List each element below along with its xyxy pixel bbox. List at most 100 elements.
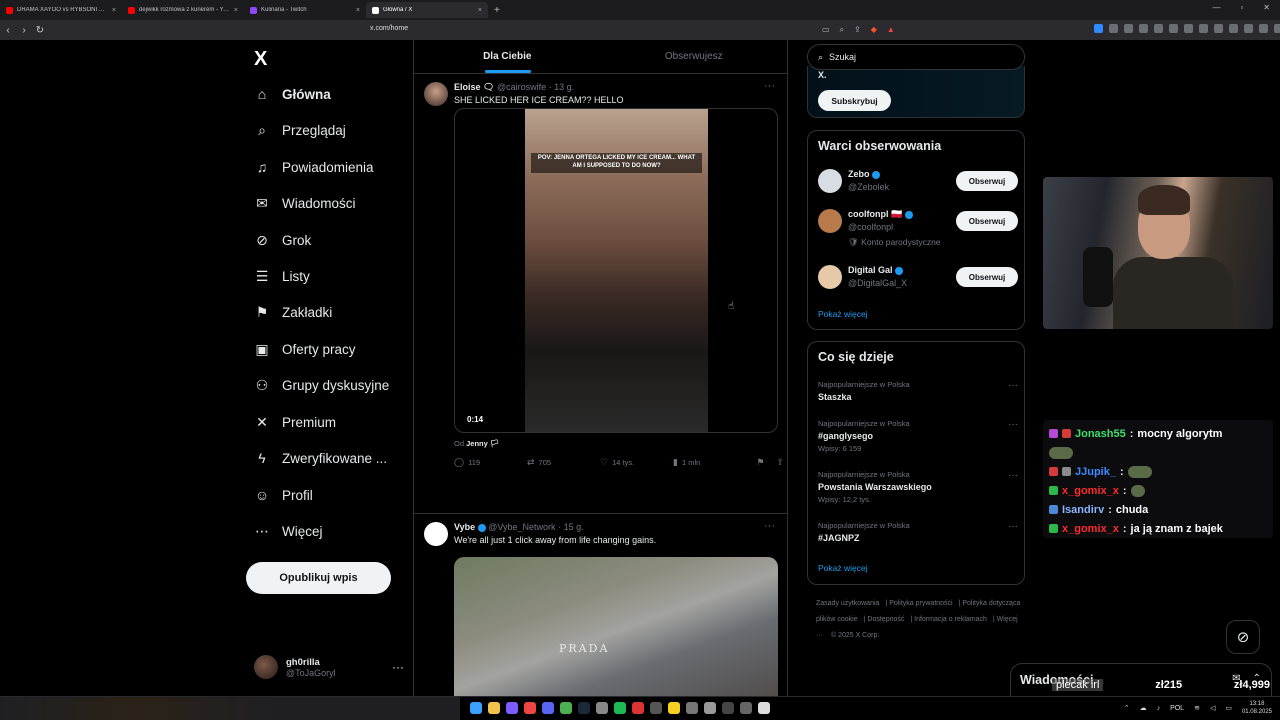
nav-notifications[interactable]: ♫ Powiadomienia: [254, 159, 374, 175]
subscribe-button[interactable]: Subskrybuj: [818, 90, 891, 111]
browser-tab[interactable]: DRAMA XAYOO vs RYBSONI BAGIETA×: [0, 2, 122, 18]
footer-link[interactable]: Zasady użytkowania: [816, 600, 879, 607]
author-name[interactable]: Vybe: [454, 522, 475, 532]
extension-icon[interactable]: [1214, 24, 1223, 33]
video-player[interactable]: PRADA ▶: [454, 557, 778, 696]
clock[interactable]: 13:18 01.08.2025: [1242, 700, 1272, 716]
author-handle[interactable]: @Vybe_Network: [488, 522, 555, 532]
nav-messages[interactable]: ✉ Wiadomości: [254, 195, 355, 211]
app-icon[interactable]: [506, 702, 518, 714]
author-name[interactable]: Eloise 🗨: [454, 82, 494, 92]
app-icon[interactable]: [596, 702, 608, 714]
tab-for-you[interactable]: Dla Ciebie: [414, 40, 601, 73]
cast-icon[interactable]: ▭: [822, 25, 830, 35]
close-tab-icon[interactable]: ×: [234, 7, 238, 14]
more-dots-icon[interactable]: ···: [1008, 419, 1018, 430]
follow-suggestion[interactable]: coolfonpl 🇵🇱 @coolfonpl 🛡 Konto parodyst…: [818, 209, 1018, 249]
app-icon[interactable]: [524, 702, 536, 714]
app-icon[interactable]: [704, 702, 716, 714]
close-window-icon[interactable]: ✕: [1263, 3, 1270, 12]
warning-icon[interactable]: ▲: [887, 25, 895, 35]
app-icon[interactable]: [632, 702, 644, 714]
app-icon[interactable]: [668, 702, 680, 714]
post[interactable]: Eloise 🗨 @cairoswife · 13 g. ··· SHE LIC…: [414, 74, 787, 514]
start-icon[interactable]: [470, 702, 482, 714]
avatar[interactable]: [818, 169, 842, 193]
post[interactable]: Vybe @Vybe_Network · 15 g. ··· We're all…: [414, 514, 787, 696]
more-dots-icon[interactable]: ···: [764, 80, 775, 92]
trend-item[interactable]: Najpopularniejsze w Polska Staszka ···: [818, 380, 1018, 402]
extension-icon[interactable]: [1199, 24, 1208, 33]
volume-icon[interactable]: ♪: [1157, 705, 1161, 712]
follow-suggestion[interactable]: Zebo @Zebolek Obserwuj: [818, 169, 1018, 209]
reply-button[interactable]: ◯ 119: [454, 457, 527, 468]
share-icon[interactable]: ⇪: [854, 25, 861, 35]
spotify-icon[interactable]: [614, 702, 626, 714]
footer-link[interactable]: Dostępność: [867, 616, 904, 623]
obs-icon[interactable]: [722, 702, 734, 714]
nav-profile[interactable]: ☺ Profil: [254, 487, 313, 503]
extension-icon[interactable]: [1154, 24, 1163, 33]
maximize-icon[interactable]: ▫: [1240, 3, 1243, 12]
nav-bookmarks[interactable]: ⚑ Zakładki: [254, 304, 333, 320]
nav-grok[interactable]: ⊘ Grok: [254, 232, 311, 248]
avatar[interactable]: [818, 209, 842, 233]
repost-button[interactable]: ⇄ 705: [527, 457, 600, 468]
trend-item[interactable]: Najpopularniejsze w Polska #JAGNPZ ···: [818, 521, 1018, 543]
post-button[interactable]: Opublikuj wpis: [246, 562, 391, 594]
share-icon[interactable]: ⇪: [776, 457, 784, 468]
download-icon[interactable]: [1169, 24, 1178, 33]
chevron-up-icon[interactable]: ⌃: [1124, 704, 1130, 712]
extension-icon[interactable]: [1109, 24, 1118, 33]
x-logo-icon[interactable]: X: [254, 48, 267, 71]
language-indicator[interactable]: POL: [1170, 705, 1184, 712]
trend-item[interactable]: Najpopularniejsze w Polska #ganglysego W…: [818, 419, 1018, 453]
views-button[interactable]: ▮ 1 mln: [673, 457, 746, 468]
url-field[interactable]: x.com/home: [370, 25, 408, 32]
forward-icon[interactable]: ›: [16, 25, 32, 36]
more-dots-icon[interactable]: ···: [392, 660, 404, 674]
follow-suggestion[interactable]: Digital Gal @DigitalGal_X Obserwuj: [818, 265, 1018, 305]
browser-tab[interactable]: dejwikk rozmowa z kurierem - YouTube×: [122, 2, 244, 18]
app-icon[interactable]: [686, 702, 698, 714]
nav-premium[interactable]: ✕ Premium: [254, 414, 336, 430]
brave-shield-icon[interactable]: ◆: [871, 25, 877, 35]
show-more-link[interactable]: Pokaż więcej: [818, 309, 868, 319]
browser-tab[interactable]: Kulinaria - Twitch ×: [244, 2, 366, 18]
nav-communities[interactable]: ⚇ Grupy dyskusyjne: [254, 377, 390, 393]
show-more-link[interactable]: Pokaż więcej: [818, 563, 868, 573]
close-tab-icon[interactable]: ×: [478, 7, 482, 14]
extension-icon[interactable]: [1094, 24, 1103, 33]
reload-icon[interactable]: ↻: [32, 25, 48, 36]
app-icon[interactable]: [740, 702, 752, 714]
follow-button[interactable]: Obserwuj: [956, 171, 1018, 191]
video-player[interactable]: POV: JENNA ORTEGA LICKED MY ICE CREAM...…: [454, 108, 778, 433]
nav-lists[interactable]: ☰ Listy: [254, 268, 310, 284]
nav-explore[interactable]: ⌕ Przeglądaj: [254, 122, 346, 138]
avatar[interactable]: [424, 82, 448, 106]
wifi-icon[interactable]: ≋: [1194, 704, 1200, 712]
zoom-icon[interactable]: ⌕: [840, 25, 844, 35]
network-icon[interactable]: ☁: [1140, 704, 1147, 712]
follow-button[interactable]: Obserwuj: [956, 267, 1018, 287]
battery-icon[interactable]: ▭: [1225, 704, 1232, 712]
file-explorer-icon[interactable]: [488, 702, 500, 714]
app-icon[interactable]: [758, 702, 770, 714]
extension-icon[interactable]: [1139, 24, 1148, 33]
close-tab-icon[interactable]: ×: [356, 7, 360, 14]
bookmark-icon[interactable]: ⚑: [756, 457, 764, 468]
like-button[interactable]: ♡ 14 tys.: [600, 457, 673, 468]
extension-icon[interactable]: [1184, 24, 1193, 33]
avatar[interactable]: [818, 265, 842, 289]
more-dots-icon[interactable]: ···: [1008, 380, 1018, 391]
post-time[interactable]: 13 g.: [554, 82, 574, 92]
nav-jobs[interactable]: ▣ Oferty pracy: [254, 341, 355, 357]
app-icon[interactable]: [650, 702, 662, 714]
more-dots-icon[interactable]: ···: [1008, 470, 1018, 481]
footer-link[interactable]: Polityka prywatności: [889, 600, 952, 607]
extension-icon[interactable]: [1229, 24, 1238, 33]
video-frame[interactable]: POV: JENNA ORTEGA LICKED MY ICE CREAM...…: [525, 109, 708, 432]
avatar[interactable]: [424, 522, 448, 546]
search-input[interactable]: ⌕ Szukaj: [807, 44, 1025, 70]
chrome-icon[interactable]: [560, 702, 572, 714]
